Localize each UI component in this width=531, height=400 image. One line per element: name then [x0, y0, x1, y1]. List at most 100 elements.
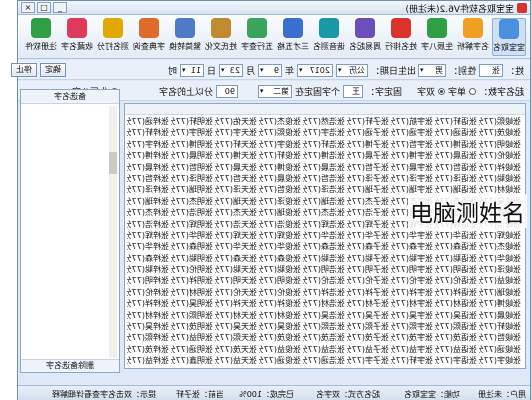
fixed-char-input[interactable]: 王 [342, 84, 363, 98]
name-cell[interactable]: 张宇材(77分) [391, 298, 433, 309]
name-cell[interactable]: 张俊祥(77分) [259, 298, 301, 309]
name-cell[interactable]: 张子晨(77分) [347, 150, 389, 161]
name-cell[interactable]: 张明祥(77分) [171, 275, 213, 286]
stop-button[interactable]: 停止 [11, 63, 37, 77]
name-cell[interactable]: 张浩轩(77分) [303, 139, 345, 150]
name-cell[interactable]: 张梓涵(77分) [127, 116, 169, 127]
name-cell[interactable]: 张子杰(77分) [347, 196, 389, 207]
name-cell[interactable]: 张语博(77分) [435, 139, 477, 150]
name-cell[interactable]: 张浩瑞(77分) [303, 196, 345, 207]
name-cell[interactable]: 张宇明(77分) [391, 264, 433, 275]
name-cell[interactable]: 张子瑞(77分) [347, 184, 389, 195]
name-cell[interactable]: 张峻轩(77分) [479, 321, 521, 332]
name-cell[interactable]: 张宇哲(77分) [391, 139, 433, 150]
tool-surname-culture[interactable]: 姓氏文化 [204, 18, 238, 56]
name-cell[interactable]: 张俊瑞(77分) [259, 207, 301, 218]
name-cell[interactable]: 张梓明(77分) [127, 275, 169, 286]
name-cell[interactable]: 张峻益(77分) [479, 275, 521, 286]
name-cell[interactable]: 张明晨(77分) [171, 150, 213, 161]
name-cell[interactable]: 张宇伦(77分) [391, 275, 433, 286]
scrollbar-thumb[interactable] [109, 152, 117, 174]
name-cell[interactable]: 张明华(77分) [171, 230, 213, 241]
name-cell[interactable]: 张语华(77分) [435, 230, 477, 241]
name-cell[interactable]: 张梓华(77分) [127, 241, 169, 252]
name-cell[interactable]: 张浩然(77分) [303, 116, 345, 127]
name-cell[interactable]: 张明熙(77分) [171, 310, 213, 321]
name-cell[interactable]: 张俊华(77分) [259, 241, 301, 252]
name-cell[interactable]: 张语轩(77分) [435, 116, 477, 127]
name-cell[interactable]: 张梓瑞(77分) [127, 196, 169, 207]
name-cell[interactable]: 张梓哲(77分) [127, 173, 169, 184]
name-cell[interactable]: 张梓伦(77分) [127, 287, 169, 298]
favorites-scrollbar[interactable] [109, 106, 117, 358]
name-cell[interactable]: 张明聪(77分) [171, 253, 213, 264]
name-cell[interactable]: 张语宇(77分) [435, 355, 477, 366]
name-cell[interactable]: 张明材(77分) [171, 287, 213, 298]
name-cell[interactable]: 张明泽(77分) [171, 173, 213, 184]
name-cell[interactable]: 张子森(77分) [347, 241, 389, 252]
name-cell[interactable]: 张俊泽(77分) [259, 196, 301, 207]
name-cell[interactable]: 张宇昊(77分) [391, 310, 433, 321]
name-cell[interactable]: 张子明(77分) [347, 264, 389, 275]
name-cell[interactable]: 张俊宇(77分) [259, 139, 301, 150]
name-cell[interactable]: 张天聪(77分) [215, 264, 257, 275]
min-score-input[interactable]: 90 [216, 84, 238, 98]
name-cell[interactable]: 张宇祥(77分) [391, 287, 433, 298]
name-cell[interactable]: 张天晨(77分) [215, 162, 257, 173]
name-cell[interactable]: 张峻宇(77分) [479, 355, 521, 366]
name-cell[interactable]: 张俊晨(77分) [259, 173, 301, 184]
name-cell[interactable]: 张子茂(77分) [347, 332, 389, 343]
name-cell[interactable]: 张明森(77分) [171, 241, 213, 252]
name-cell[interactable]: 张语泽(77分) [435, 173, 477, 184]
name-cell[interactable]: 张宇涵(77分) [391, 127, 433, 138]
name-cell[interactable]: 张梓森(77分) [127, 253, 169, 264]
tool-birth-chart[interactable]: 生辰八字 [420, 18, 454, 56]
name-cell[interactable]: 张梓浩(77分) [127, 219, 169, 230]
name-cell[interactable]: 张梓博(77分) [127, 150, 169, 161]
name-cell[interactable]: 张俊森(77分) [259, 253, 301, 264]
name-cell[interactable]: 张浩聪(77分) [303, 253, 345, 264]
name-cell[interactable]: 张梓祥(77分) [127, 298, 169, 309]
name-cell[interactable]: 张浩鑫(77分) [303, 367, 345, 369]
name-cell[interactable]: 张浩涵(77分) [303, 355, 345, 366]
name-cell[interactable]: 张子材(77分) [347, 298, 389, 309]
position-select[interactable]: 第二 [257, 84, 292, 98]
name-cell[interactable]: 张峻祥(77分) [479, 162, 521, 173]
name-cell[interactable]: 张语哲(77分) [435, 162, 477, 173]
name-cell[interactable]: 张峻哲(77分) [479, 332, 521, 343]
name-cell[interactable]: 张子益(77分) [347, 344, 389, 355]
name-cell[interactable]: 张俊哲(77分) [259, 184, 301, 195]
name-cell[interactable]: 张子哲(77分) [347, 162, 389, 173]
name-cell[interactable]: 张子辉(77分) [347, 219, 389, 230]
name-cell[interactable]: 张天熙(77分) [215, 332, 257, 343]
tool-convert-script[interactable]: 繁简转换 [168, 18, 202, 56]
name-cell[interactable]: 张梓辉(77分) [127, 230, 169, 241]
name-cell[interactable]: 张子聪(77分) [347, 253, 389, 264]
name-cell[interactable]: 张俊昊(77分) [259, 321, 301, 332]
name-cell[interactable]: 张梓茂(77分) [127, 344, 169, 355]
name-cell[interactable]: 张俊熙(77分) [259, 127, 301, 138]
name-cell[interactable]: 张梓晨(77分) [127, 162, 169, 173]
name-cell[interactable]: 张浩博(77分) [303, 150, 345, 161]
name-cell[interactable]: 张宇航(77分) [391, 116, 433, 127]
name-cell[interactable]: 张梓杰(77分) [127, 207, 169, 218]
name-cell[interactable]: 张俊鑫(77分) [259, 367, 301, 369]
name-cell[interactable]: 张子鑫(77分) [347, 367, 389, 369]
name-cell[interactable]: 张子伦(77分) [347, 275, 389, 286]
name-cell[interactable]: 张子泽(77分) [347, 173, 389, 184]
name-cell[interactable]: 张语森(77分) [435, 241, 477, 252]
name-cell[interactable]: 张俊聪(77分) [259, 264, 301, 275]
name-cell[interactable]: 张明博(77分) [171, 139, 213, 150]
name-cell[interactable]: 张天宇(77分) [215, 127, 257, 138]
name-cell[interactable]: 张浩辉(77分) [303, 219, 345, 230]
name-cell[interactable]: 张语鑫(77分) [435, 367, 477, 369]
name-cell[interactable]: 张语伦(77分) [435, 275, 477, 286]
tool-register[interactable]: 注册软件 [24, 18, 58, 56]
name-cell[interactable]: 张浩明(77分) [303, 264, 345, 275]
name-cell[interactable]: 张语涵(77分) [435, 127, 477, 138]
surname-input[interactable]: 张 [478, 63, 503, 77]
name-cell[interactable]: 张子祥(77分) [347, 287, 389, 298]
name-cell[interactable]: 张语昊(77分) [435, 310, 477, 321]
name-cell[interactable]: 张明瑞(77分) [171, 184, 213, 195]
name-cell[interactable]: 张浩茂(77分) [303, 332, 345, 343]
